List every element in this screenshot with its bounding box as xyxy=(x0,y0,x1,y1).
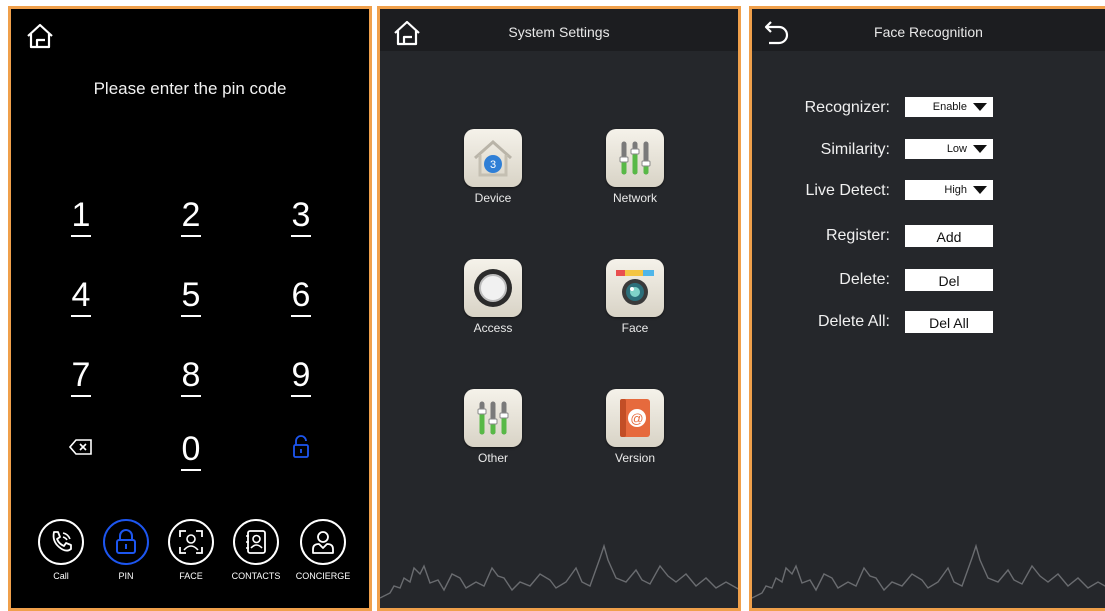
contacts-icon xyxy=(246,530,266,554)
unlock-icon[interactable] xyxy=(271,427,331,467)
face-recognition-panel: Face Recognition Recognizer: Enable Simi… xyxy=(749,6,1105,611)
key-9[interactable]: 9 xyxy=(271,355,331,407)
backspace-icon[interactable] xyxy=(51,427,111,467)
recognizer-row: Recognizer: Enable xyxy=(752,97,1105,121)
key-1[interactable]: 1 xyxy=(51,195,111,247)
key-2[interactable]: 2 xyxy=(161,195,221,247)
pin-prompt: Please enter the pin code xyxy=(93,79,287,98)
delete-all-label: Delete All: xyxy=(817,313,890,330)
nav-contacts[interactable]: CONTACTS xyxy=(228,519,284,581)
similarity-row: Similarity: Low xyxy=(752,139,1105,163)
key-6[interactable]: 6 xyxy=(271,275,331,327)
live-detect-label: Live Detect: xyxy=(805,182,890,199)
nav-concierge[interactable]: CONCIERGE xyxy=(295,519,351,581)
nav-pin[interactable]: PIN xyxy=(98,519,154,581)
home-icon[interactable] xyxy=(25,21,55,51)
app-network-label: Network xyxy=(612,191,657,205)
register-label: Register: xyxy=(825,227,890,244)
app-device-label: Device xyxy=(474,191,512,205)
svg-text:@: @ xyxy=(630,411,643,426)
face-scan-icon xyxy=(179,530,203,554)
app-other-label: Other xyxy=(477,451,508,465)
knob-icon xyxy=(474,269,512,307)
app-access-label: Access xyxy=(473,321,513,335)
app-face[interactable]: Face xyxy=(585,259,685,335)
header-bar: System Settings xyxy=(380,9,738,51)
key-3[interactable]: 3 xyxy=(271,195,331,247)
delete-all-row: Delete All: Del All xyxy=(752,311,1105,335)
similarity-dropdown[interactable]: Low xyxy=(905,139,993,159)
app-face-label: Face xyxy=(621,321,649,335)
app-other[interactable]: Other xyxy=(443,389,543,465)
add-button[interactable]: Add xyxy=(905,225,993,247)
nav-call[interactable]: Call xyxy=(33,519,89,581)
key-5[interactable]: 5 xyxy=(161,275,221,327)
app-device[interactable]: 3 Device xyxy=(443,129,543,205)
dropdown-arrow-icon xyxy=(973,103,987,111)
dropdown-arrow-icon xyxy=(973,145,987,153)
key-0[interactable]: 0 xyxy=(161,429,221,481)
lock-icon xyxy=(116,529,136,554)
recognizer-dropdown[interactable]: Enable xyxy=(905,97,993,117)
live-detect-dropdown[interactable]: High xyxy=(905,180,993,200)
camera-icon xyxy=(616,270,654,305)
dropdown-arrow-icon xyxy=(973,186,987,194)
key-4[interactable]: 4 xyxy=(51,275,111,327)
page-title: Face Recognition xyxy=(874,24,983,40)
register-row: Register: Add xyxy=(752,225,1105,249)
app-network[interactable]: Network xyxy=(585,129,685,205)
delete-label: Delete: xyxy=(839,271,890,288)
page-title: System Settings xyxy=(508,24,610,40)
live-detect-row: Live Detect: High xyxy=(752,180,1105,204)
key-7[interactable]: 7 xyxy=(51,355,111,407)
system-settings-panel: System Settings 3 Device Network Access … xyxy=(377,6,741,611)
app-version-label: Version xyxy=(614,451,656,465)
svg-text:3: 3 xyxy=(490,159,496,171)
concierge-icon xyxy=(312,531,334,554)
nav-concierge-label: CONCIERGE xyxy=(295,571,351,581)
app-access[interactable]: Access xyxy=(443,259,543,335)
address-book-icon: @ xyxy=(620,399,650,437)
nav-call-label: Call xyxy=(53,571,69,581)
nav-contacts-label: CONTACTS xyxy=(231,571,281,581)
key-8[interactable]: 8 xyxy=(161,355,221,407)
del-button[interactable]: Del xyxy=(905,269,993,291)
phone-icon xyxy=(52,531,72,552)
del-all-button[interactable]: Del All xyxy=(905,311,993,333)
sliders-icon xyxy=(619,141,651,175)
pin-panel: Please enter the pin code 1 2 3 4 5 6 7 … xyxy=(8,6,372,611)
nav-face[interactable]: FACE xyxy=(163,519,219,581)
nav-pin-label: PIN xyxy=(118,571,134,581)
app-version[interactable]: @ Version xyxy=(585,389,685,465)
header-bar: Face Recognition xyxy=(752,9,1105,51)
nav-face-label: FACE xyxy=(179,571,203,581)
delete-row: Delete: Del xyxy=(752,269,1105,293)
city-skyline-decoration xyxy=(752,543,1105,599)
similarity-label: Similarity: xyxy=(820,141,890,158)
city-skyline-decoration xyxy=(380,543,738,599)
house-icon: 3 xyxy=(474,139,512,177)
recognizer-label: Recognizer: xyxy=(804,99,890,116)
sliders-icon xyxy=(477,401,509,435)
